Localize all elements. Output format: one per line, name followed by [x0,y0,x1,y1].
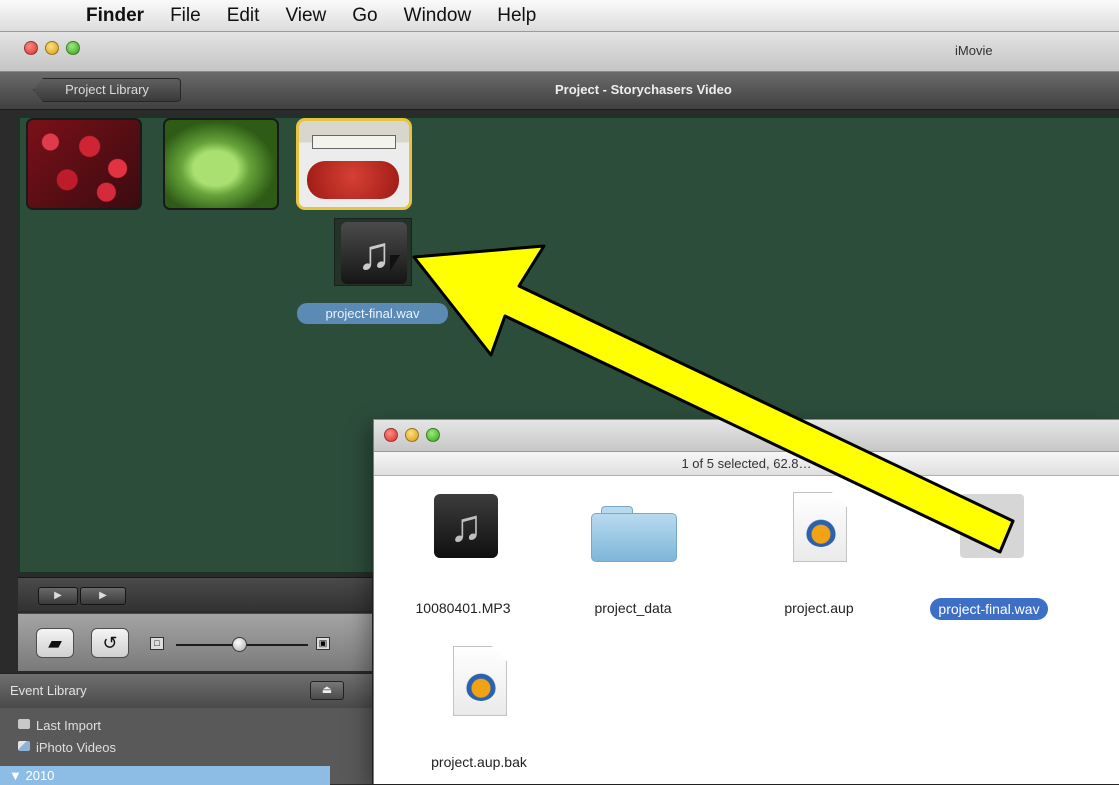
clip-thumbnail[interactable] [26,118,142,210]
event-item-label: iPhoto Videos [36,740,116,755]
imovie-titlebar: iMovie [0,32,1119,72]
menu-view[interactable]: View [285,5,326,27]
minimize-icon[interactable] [405,428,419,442]
rotate-button[interactable]: ↺ [91,628,129,658]
music-file-icon: ♫ [341,222,407,284]
mouse-cursor-icon [390,255,406,271]
file-project-aup[interactable]: project.aup [752,486,886,618]
file-label: project_data [594,600,672,616]
clip-thumbnail[interactable] [163,118,279,210]
camera-button[interactable]: ▰ [36,628,74,658]
event-library: Event Library ⏏ Last Import iPhoto Video… [0,673,372,785]
folder-project-data[interactable]: project_data [566,486,700,618]
view-controls: ▰ ↺ □ ▣ [18,613,372,671]
playback-controls: ▶ ▶ [18,577,372,611]
menu-bar: Finder File Edit View Go Window Help [0,0,1119,32]
film-icon [18,719,30,729]
play-fullscreen-button[interactable]: ▶ [38,587,78,605]
small-thumbnail-icon: □ [150,637,164,650]
file-label-selected: project-final.wav [930,598,1048,620]
finder-window-controls [384,428,440,442]
disclosure-triangle-icon[interactable]: ▼ [9,768,25,783]
event-item-label: Last Import [36,718,102,733]
menu-window[interactable]: Window [404,5,472,27]
event-year-label: 2010 [25,768,55,783]
menu-finder[interactable]: Finder [86,5,144,27]
photo-icon [18,741,30,751]
event-library-header: Event Library ⏏ [0,674,372,708]
audacity-icon [453,646,507,716]
tomato-image [307,161,399,199]
window-title: iMovie [955,43,993,58]
file-label: project.aup.bak [431,754,527,770]
event-year-row[interactable]: ▼ 2010 [0,766,330,785]
file-label: 10080401.MP3 [415,600,511,616]
file-label: project.aup [784,600,854,616]
folder-icon [591,506,677,562]
slider-knob[interactable] [232,637,247,652]
audacity-icon [793,492,847,562]
menu-go[interactable]: Go [352,5,377,27]
file-10080401-mp3[interactable]: ♫ 10080401.MP3 [396,486,530,618]
clip-thumbnail-selected[interactable] [296,118,412,210]
window-controls [24,41,80,55]
rotate-icon: ↺ [102,633,118,653]
file-project-aup-bak[interactable]: project.aup.bak [412,640,546,772]
close-icon[interactable] [24,41,38,55]
finder-status-bar: 1 of 5 selected, 62.8… [374,452,1119,476]
event-library-title: Event Library [10,683,87,698]
camera-icon: ▰ [48,633,62,653]
apple-menu-icon[interactable] [36,4,60,28]
dragged-audio-file[interactable]: ♫ [334,218,412,286]
zoom-icon[interactable] [426,428,440,442]
finder-titlebar [374,420,1119,452]
close-icon[interactable] [384,428,398,442]
zoom-icon[interactable] [66,41,80,55]
finder-window: 1 of 5 selected, 62.8… ♫ 10080401.MP3 pr… [373,419,1119,784]
project-library-button[interactable]: Project Library [33,78,181,102]
music-file-icon: ♫ [960,494,1024,558]
menu-file[interactable]: File [170,5,201,27]
tomato-sign [312,135,396,149]
event-item-iphoto-videos[interactable]: iPhoto Videos [18,740,116,755]
menu-help[interactable]: Help [497,5,536,27]
menu-edit[interactable]: Edit [227,5,260,27]
project-title: Project - Storychasers Video [555,82,732,97]
play-button[interactable]: ▶ [80,587,126,605]
drag-file-label: project-final.wav [297,303,448,324]
large-thumbnail-icon: ▣ [316,637,330,650]
eject-button[interactable]: ⏏ [310,681,344,700]
minimize-icon[interactable] [45,41,59,55]
music-file-icon: ♫ [434,494,498,558]
event-item-last-import[interactable]: Last Import [18,718,102,733]
file-project-final-wav[interactable]: ♫ project-final.wav [922,486,1056,620]
project-toolbar: Project Library Project - Storychasers V… [0,72,1119,110]
